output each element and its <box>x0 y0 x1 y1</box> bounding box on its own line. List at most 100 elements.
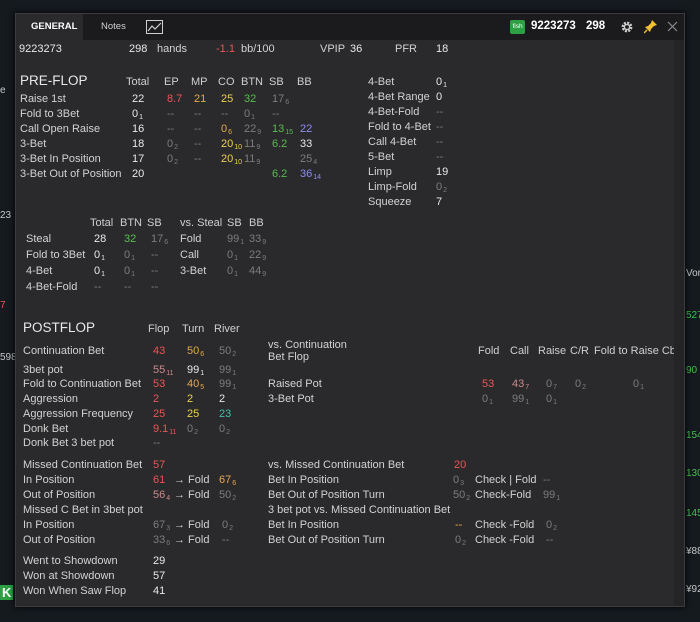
steal-stat[interactable]: -- <box>151 280 158 294</box>
preflop-stat[interactable]: 18 <box>132 137 144 151</box>
preflop-stat[interactable]: -- <box>221 107 228 121</box>
preflop-row-label: Raise 1st <box>20 93 66 105</box>
missed-cbet-total[interactable]: 57 <box>153 458 165 472</box>
preflop-stat[interactable]: 6.2 <box>272 137 287 151</box>
postflop-stat[interactable]: 23 <box>219 407 231 421</box>
postflop-stat[interactable]: -- <box>153 436 160 450</box>
missed-cbet-stat[interactable]: 564 <box>153 488 170 506</box>
preflop-stat[interactable]: 17 <box>132 152 144 166</box>
preflop-side-stat[interactable]: 7 <box>436 195 442 209</box>
vs-cbet-stat[interactable]: 53 <box>482 377 494 391</box>
preflop-stat[interactable]: 119 <box>244 152 260 170</box>
preflop-stat[interactable]: 20 <box>132 167 144 181</box>
steal-stat[interactable]: 28 <box>94 232 106 246</box>
postflop-stat[interactable]: 53 <box>153 377 165 391</box>
preflop-stat[interactable]: 33 <box>300 137 312 151</box>
preflop-stat[interactable]: -- <box>194 137 201 151</box>
postflop-stat[interactable]: 25 <box>153 407 165 421</box>
steal-stat[interactable]: -- <box>151 264 158 278</box>
postflop-stat[interactable]: 506 <box>187 344 204 362</box>
stat-main: 22 <box>300 123 313 135</box>
chart-icon[interactable] <box>146 20 163 34</box>
preflop-stat[interactable]: 3614 <box>300 167 321 185</box>
stat-main: -- <box>124 281 132 293</box>
stat-main: 99 <box>219 364 232 376</box>
stat-main: 20 <box>454 459 467 471</box>
postflop-stat[interactable]: 02 <box>187 422 198 440</box>
vs-cbet-stat[interactable]: 01 <box>633 377 644 395</box>
preflop-stat[interactable]: 21 <box>194 92 206 106</box>
steal-stat[interactable]: 32 <box>124 232 136 246</box>
scrollbar[interactable] <box>674 40 684 606</box>
preflop-side-stat[interactable]: 19 <box>436 165 448 179</box>
preflop-stat[interactable]: 22 <box>132 92 144 106</box>
preflop-side-stat[interactable]: -- <box>436 150 443 164</box>
missed-cbet-3bet-title: Missed C Bet in 3bet pot <box>23 504 143 516</box>
tab-notes[interactable]: Notes <box>101 21 126 32</box>
postflop-stat[interactable]: 502 <box>219 344 236 362</box>
missed-cbet-3bet-fold-stat[interactable]: -- <box>222 533 229 547</box>
preflop-side-stat[interactable]: -- <box>436 135 443 149</box>
preflop-stat[interactable]: -- <box>272 107 279 121</box>
postflop-stat[interactable]: 2 <box>219 392 225 406</box>
preflop-side-stat[interactable]: -- <box>436 105 443 119</box>
stat-main: 22 <box>132 93 145 105</box>
preflop-side-stat[interactable]: 0 <box>436 90 442 104</box>
preflop-stat[interactable]: 6.2 <box>272 167 287 181</box>
vs-cbet-stat[interactable]: 991 <box>512 392 529 410</box>
stat-main: 19 <box>436 166 449 178</box>
stat-main: 32 <box>244 93 257 105</box>
postflop-stat[interactable]: 2 <box>153 392 159 406</box>
missed-cbet-title: Missed Continuation Bet <box>23 459 143 471</box>
vs-missed-cbet-total[interactable]: 20 <box>454 458 466 472</box>
vs-steal-stat[interactable]: 01 <box>227 264 238 282</box>
steal-stat[interactable]: -- <box>94 280 101 294</box>
gear-icon[interactable] <box>620 20 634 34</box>
preflop-stat[interactable]: 02 <box>167 152 178 170</box>
preflop-col-header: SB <box>269 76 284 88</box>
stat-main: 0 <box>482 393 489 405</box>
vs-missed-cbet-fold-stat[interactable]: 991 <box>543 488 560 506</box>
vs-cbet-stat[interactable]: 02 <box>575 377 586 395</box>
preflop-stat[interactable]: 22 <box>300 122 312 136</box>
stat-main: 0 <box>436 91 443 103</box>
preflop-stat[interactable]: 8.7 <box>167 92 182 106</box>
stat-main: 0 <box>227 249 234 261</box>
postflop-stat[interactable]: 25 <box>187 407 199 421</box>
preflop-stat[interactable]: -- <box>194 152 201 166</box>
postflop-stat[interactable]: 02 <box>219 422 230 440</box>
preflop-stat[interactable]: -- <box>167 122 174 136</box>
close-icon[interactable] <box>667 21 678 32</box>
stat-main: 50 <box>187 345 200 357</box>
missed-cbet-fold-stat[interactable]: 502 <box>219 488 236 506</box>
postflop-stat[interactable]: 43 <box>153 344 165 358</box>
vs-missed-cbet-fold-stat[interactable]: -- <box>543 473 550 487</box>
3bet-vs-missed-cbet-stat[interactable]: 02 <box>455 533 466 551</box>
stat-sample-size: 9 <box>257 129 262 136</box>
vs-cbet-stat[interactable]: 01 <box>482 392 493 410</box>
missed-cbet-3bet-stat[interactable]: 336 <box>153 533 170 551</box>
stat-sample-size: 1 <box>556 495 561 502</box>
preflop-stat[interactable]: 16 <box>132 122 144 136</box>
3bet-vs-missed-cbet-fold-stat[interactable]: -- <box>546 533 553 547</box>
preflop-stat[interactable]: 25 <box>221 92 233 106</box>
pin-icon[interactable] <box>644 19 658 34</box>
preflop-stat[interactable]: 2010 <box>221 152 242 170</box>
tab-general[interactable]: GENERAL <box>31 21 77 32</box>
missed-cbet-stat[interactable]: 61 <box>153 473 165 487</box>
preflop-stat[interactable]: -- <box>194 122 201 136</box>
stat-main: 67 <box>153 519 166 531</box>
postflop-stat[interactable]: 2 <box>187 392 193 406</box>
steal-stat[interactable]: -- <box>151 248 158 262</box>
steal-stat[interactable]: -- <box>124 280 131 294</box>
vs-missed-cbet-stat[interactable]: 502 <box>453 488 470 506</box>
vs-cbet-stat[interactable]: 01 <box>546 392 557 410</box>
preflop-stat[interactable]: -- <box>167 107 174 121</box>
preflop-stat[interactable]: -- <box>194 107 201 121</box>
preflop-side-stat[interactable]: -- <box>436 120 443 134</box>
vs-steal-stat[interactable]: 449 <box>249 264 266 282</box>
stat-main: -- <box>272 108 280 120</box>
preflop-stat[interactable]: 32 <box>244 92 256 106</box>
3bet-vs-missed-cbet-stat[interactable]: -- <box>455 518 462 532</box>
stat-sample-size: 1 <box>640 384 645 391</box>
